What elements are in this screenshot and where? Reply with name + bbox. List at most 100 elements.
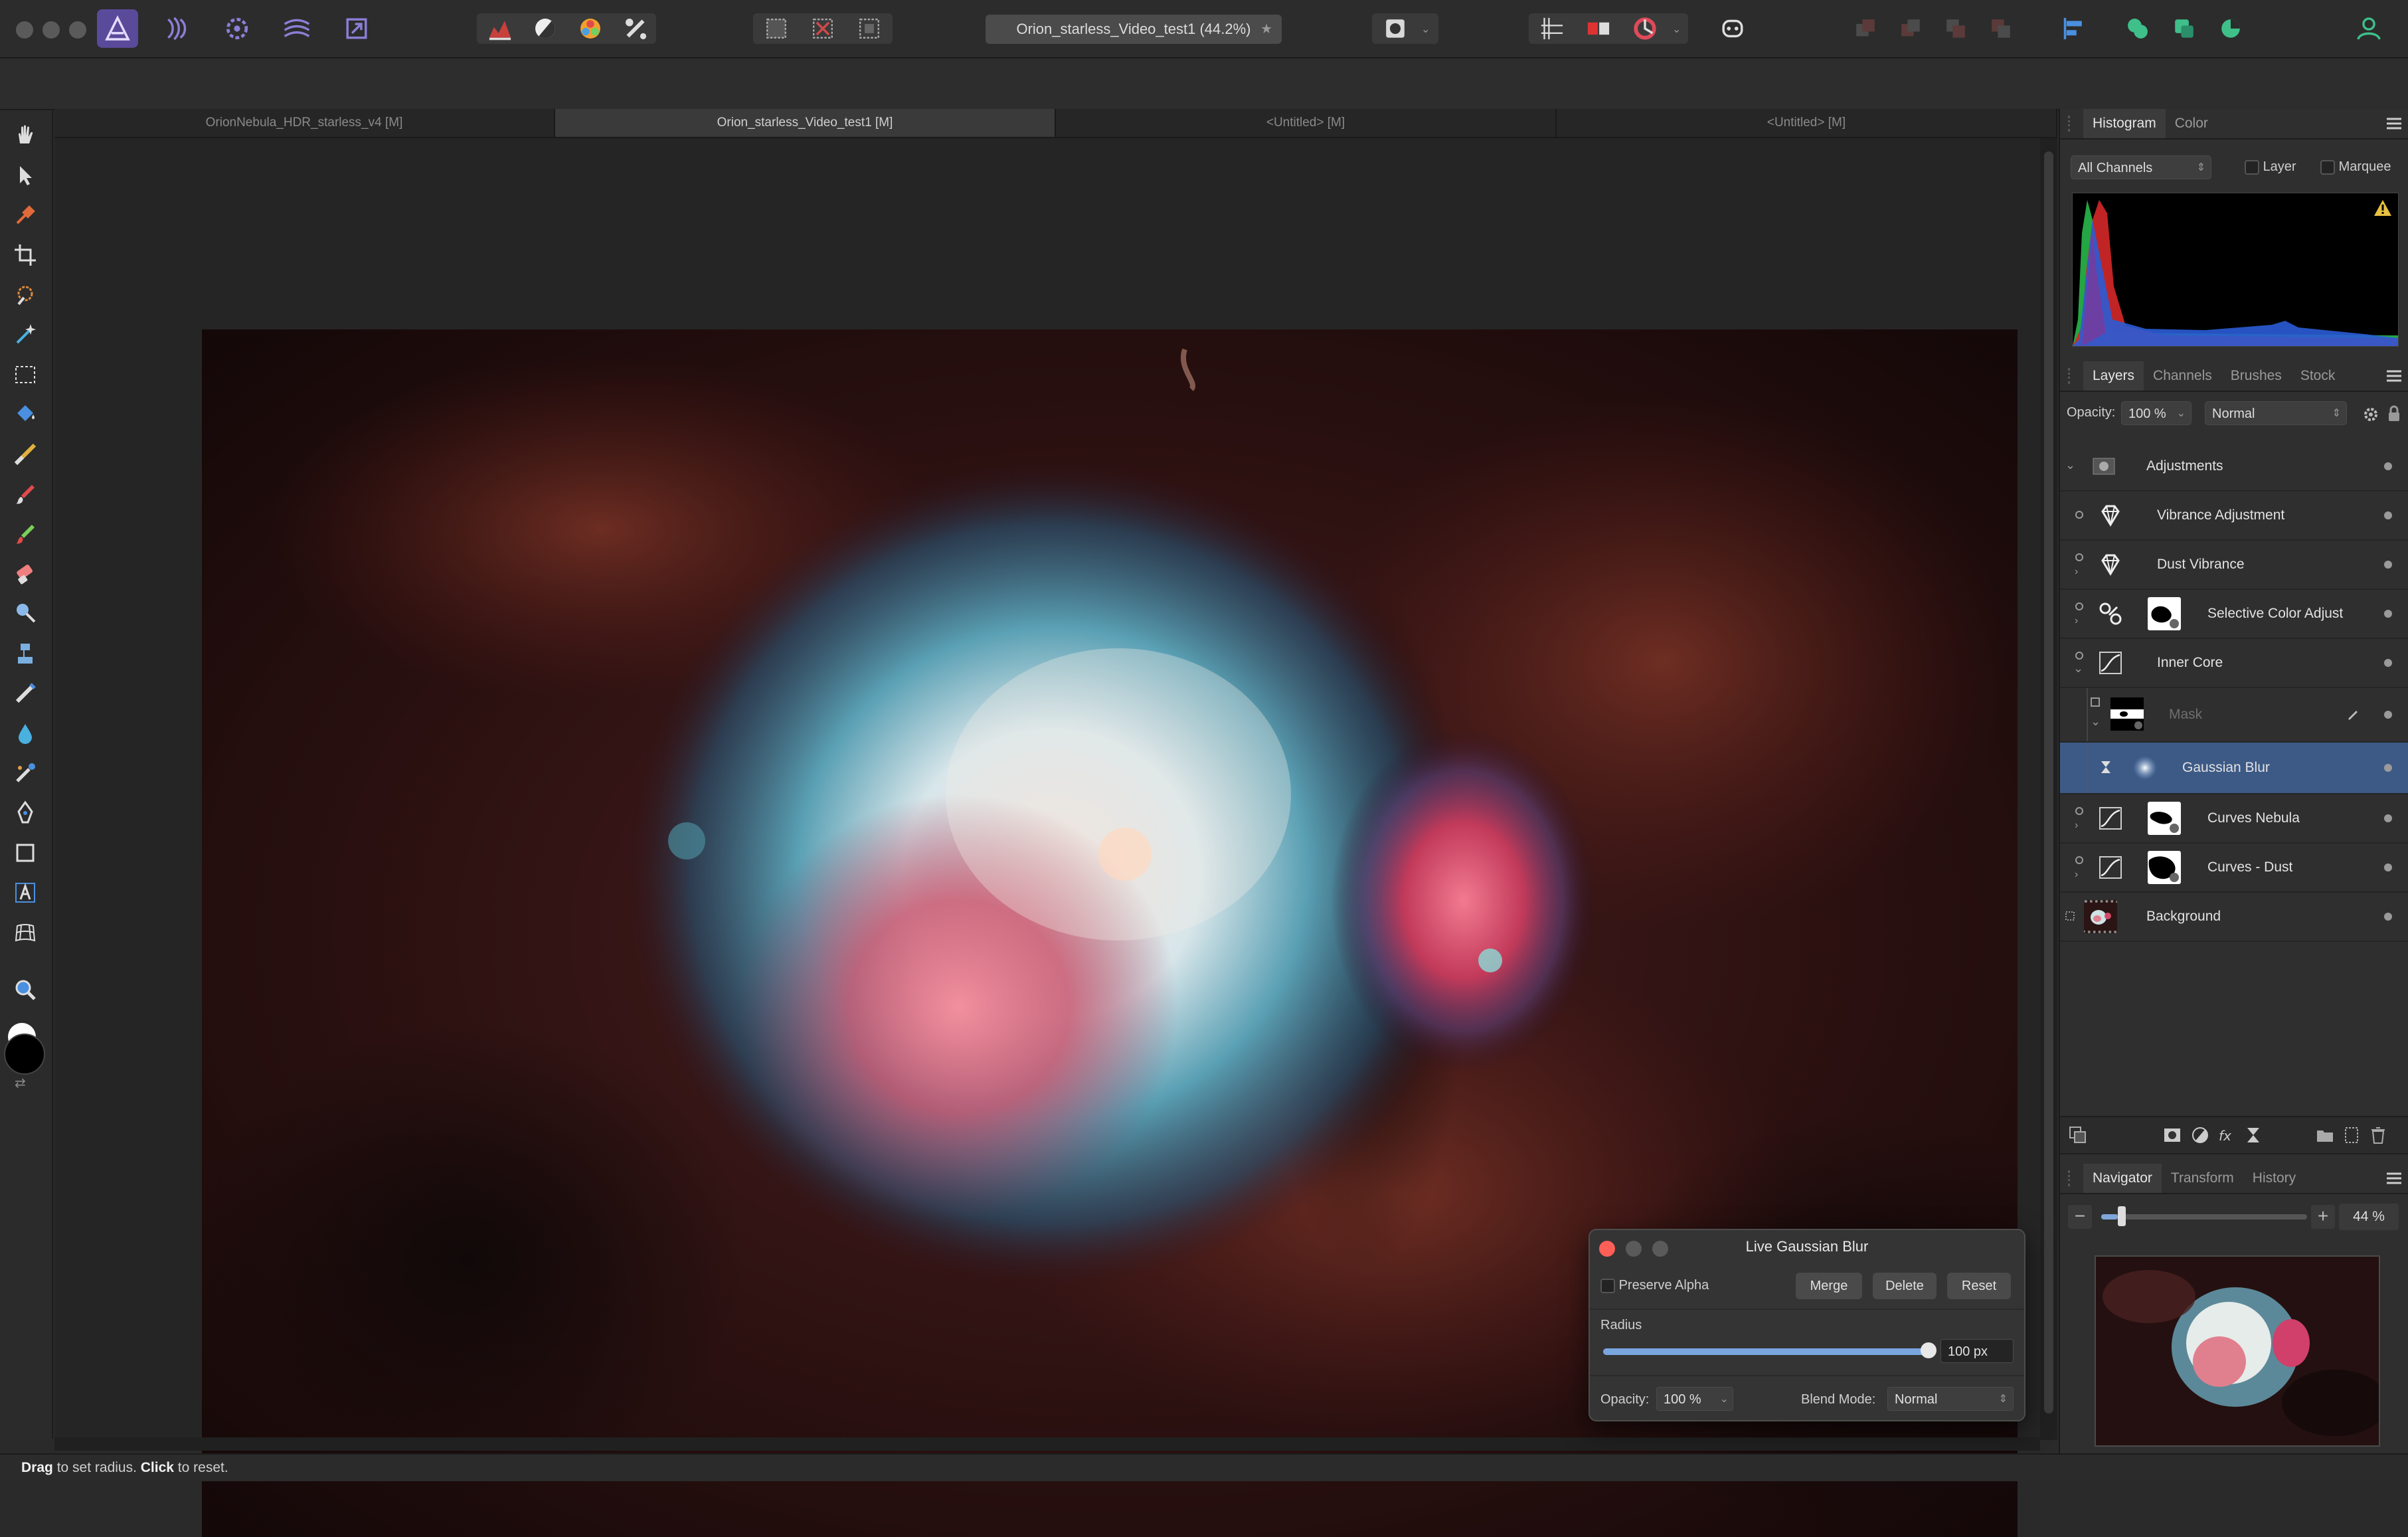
add-mask-icon[interactable] [2162, 1125, 2182, 1145]
navigator-zoom-slider[interactable] [2101, 1206, 2307, 1226]
auto-contrast-icon[interactable] [525, 9, 566, 48]
text-tool-icon[interactable] [9, 877, 41, 909]
background-thumbnail[interactable] [2084, 900, 2117, 933]
levels-icon[interactable] [479, 9, 521, 48]
layer-fx-options-icon[interactable] [2068, 1125, 2088, 1145]
mask-link-icon[interactable] [2075, 651, 2084, 660]
dialog-blend-mode-select[interactable]: Normal ⇕ [1887, 1387, 2014, 1411]
panel-grip-icon[interactable] [2068, 116, 2077, 132]
zoom-in-button[interactable]: + [2311, 1205, 2335, 1229]
panel-menu-icon[interactable] [2385, 1171, 2403, 1186]
expand-chevron-icon[interactable]: › [2075, 566, 2078, 578]
crop-tool-icon[interactable] [9, 239, 41, 271]
quick-mask-icon[interactable] [1375, 9, 1416, 48]
visibility-dot[interactable] [2384, 863, 2392, 871]
layer-row-selective-color[interactable]: › Selective Color Adjust [2060, 590, 2408, 639]
visibility-dot[interactable] [2384, 511, 2392, 519]
marquee-tool-icon[interactable] [9, 359, 41, 391]
layer-row-inner-core[interactable]: ⌄ Inner Core [2060, 639, 2408, 688]
visibility-dot[interactable] [2384, 764, 2392, 772]
smudge-tool-icon[interactable] [9, 638, 41, 670]
layer-mask-thumbnail[interactable] [2148, 851, 2181, 884]
mask-link-icon[interactable] [2075, 856, 2084, 865]
expand-chevron-icon[interactable]: › [2075, 615, 2078, 627]
healing-brush-tool-icon[interactable] [9, 678, 41, 709]
liquify-persona-icon[interactable] [157, 9, 198, 48]
clone-brush-tool-icon[interactable] [9, 518, 41, 550]
navigator-preview[interactable] [2095, 1255, 2380, 1447]
radius-slider-knob[interactable] [1921, 1342, 1936, 1358]
merge-button[interactable]: Merge [1796, 1273, 1862, 1299]
mask-link-icon[interactable] [2091, 697, 2100, 707]
visibility-dot[interactable] [2384, 659, 2392, 667]
tab-histogram[interactable]: Histogram [2083, 109, 2166, 138]
assistant-settings-icon[interactable] [1712, 9, 1753, 48]
layer-mask-thumbnail[interactable] [2148, 802, 2181, 835]
mask-link-icon[interactable] [2075, 553, 2084, 562]
alignment-icon[interactable] [2052, 9, 2093, 48]
radius-slider[interactable] [1603, 1342, 1936, 1358]
tab-layers[interactable]: Layers [2083, 361, 2144, 391]
layer-row-curves-dust[interactable]: › Curves - Dust [2060, 844, 2408, 893]
canvas-horizontal-scrollbar[interactable] [54, 1437, 2040, 1451]
panel-menu-icon[interactable] [2385, 369, 2403, 383]
auto-white-balance-icon[interactable] [615, 9, 656, 48]
layer-row-background[interactable]: Background [2060, 893, 2408, 942]
panel-grip-icon[interactable] [2068, 1170, 2077, 1186]
canvas-vertical-scrollbar[interactable] [2040, 138, 2057, 1440]
tab-brushes[interactable]: Brushes [2221, 361, 2291, 391]
visibility-dot[interactable] [2384, 561, 2392, 569]
visibility-dot[interactable] [2384, 610, 2392, 618]
layer-blend-mode-select[interactable]: Normal ⇕ [2205, 401, 2347, 425]
mask-thumbnail[interactable] [2110, 697, 2144, 731]
layer-row-dust-vibrance[interactable]: › Dust Vibrance [2060, 541, 2408, 590]
collapse-chevron-icon[interactable]: ⌄ [2091, 715, 2101, 729]
dodge-tool-icon[interactable] [9, 598, 41, 630]
doc-tab[interactable]: <Untitled> [M] [1557, 109, 2057, 137]
invert-selection-icon[interactable] [849, 9, 890, 48]
primary-color-swatch[interactable] [4, 1034, 45, 1075]
doc-tab[interactable]: OrionNebula_HDR_starless_v4 [M] [54, 109, 555, 137]
photo-persona-icon[interactable] [97, 9, 138, 48]
doc-tab[interactable]: <Untitled> [M] [1056, 109, 1557, 137]
dialog-opacity-field[interactable]: 100 % ⌄ [1656, 1387, 1733, 1411]
arrange-forward-icon[interactable] [1935, 9, 1976, 48]
visibility-dot[interactable] [2384, 711, 2392, 719]
window-minimize-light[interactable] [43, 21, 60, 39]
edit-pencil-icon[interactable] [2346, 707, 2360, 721]
channel-select[interactable]: All Channels ⇕ [2071, 155, 2211, 179]
layer-row-gaussian-blur[interactable]: Gaussian Blur [2060, 743, 2408, 794]
assistant-dropdown-icon[interactable]: ⌄ [1672, 23, 1681, 36]
mesh-warp-tool-icon[interactable] [9, 917, 41, 949]
panel-grip-icon[interactable] [2068, 368, 2077, 384]
erase-brush-tool-icon[interactable] [9, 558, 41, 590]
gradient-tool-icon[interactable] [9, 438, 41, 470]
arrange-front-icon[interactable] [1980, 9, 2021, 48]
auto-colors-icon[interactable] [570, 9, 611, 48]
visibility-dot[interactable] [2384, 814, 2392, 822]
doc-tab-active[interactable]: Orion_starless_Video_test1 [M] [555, 109, 1056, 137]
selection-brush-tool-icon[interactable] [9, 279, 41, 311]
tone-mapping-persona-icon[interactable] [276, 9, 317, 48]
add-live-filter-icon[interactable] [2243, 1125, 2263, 1145]
color-picker-tool-icon[interactable] [9, 199, 41, 231]
delete-button[interactable]: Delete [1873, 1273, 1936, 1299]
collapse-chevron-icon[interactable]: ⌄ [2073, 662, 2083, 676]
panel-menu-icon[interactable] [2385, 116, 2403, 131]
user-account-icon[interactable] [2348, 9, 2389, 48]
mask-link-icon[interactable] [2075, 510, 2084, 519]
mask-link-icon[interactable] [2075, 602, 2084, 611]
selection-subtract-icon[interactable] [2164, 9, 2205, 48]
radius-value-field[interactable]: 100 px [1940, 1339, 2014, 1363]
marquee-checkbox[interactable]: Marquee [2320, 159, 2391, 175]
layer-checkbox[interactable]: Layer [2245, 159, 2296, 175]
deselect-icon[interactable] [802, 9, 843, 48]
add-group-folder-icon[interactable] [2315, 1125, 2335, 1145]
tab-channels[interactable]: Channels [2144, 361, 2221, 391]
flood-fill-tool-icon[interactable] [9, 399, 41, 430]
arrange-back-icon[interactable] [1845, 9, 1886, 48]
zoom-slider-knob[interactable] [2117, 1206, 2126, 1226]
zoom-tool-icon[interactable] [9, 974, 41, 1006]
selection-intersect-icon[interactable] [2210, 9, 2251, 48]
layer-settings-gear-icon[interactable] [2363, 407, 2379, 422]
